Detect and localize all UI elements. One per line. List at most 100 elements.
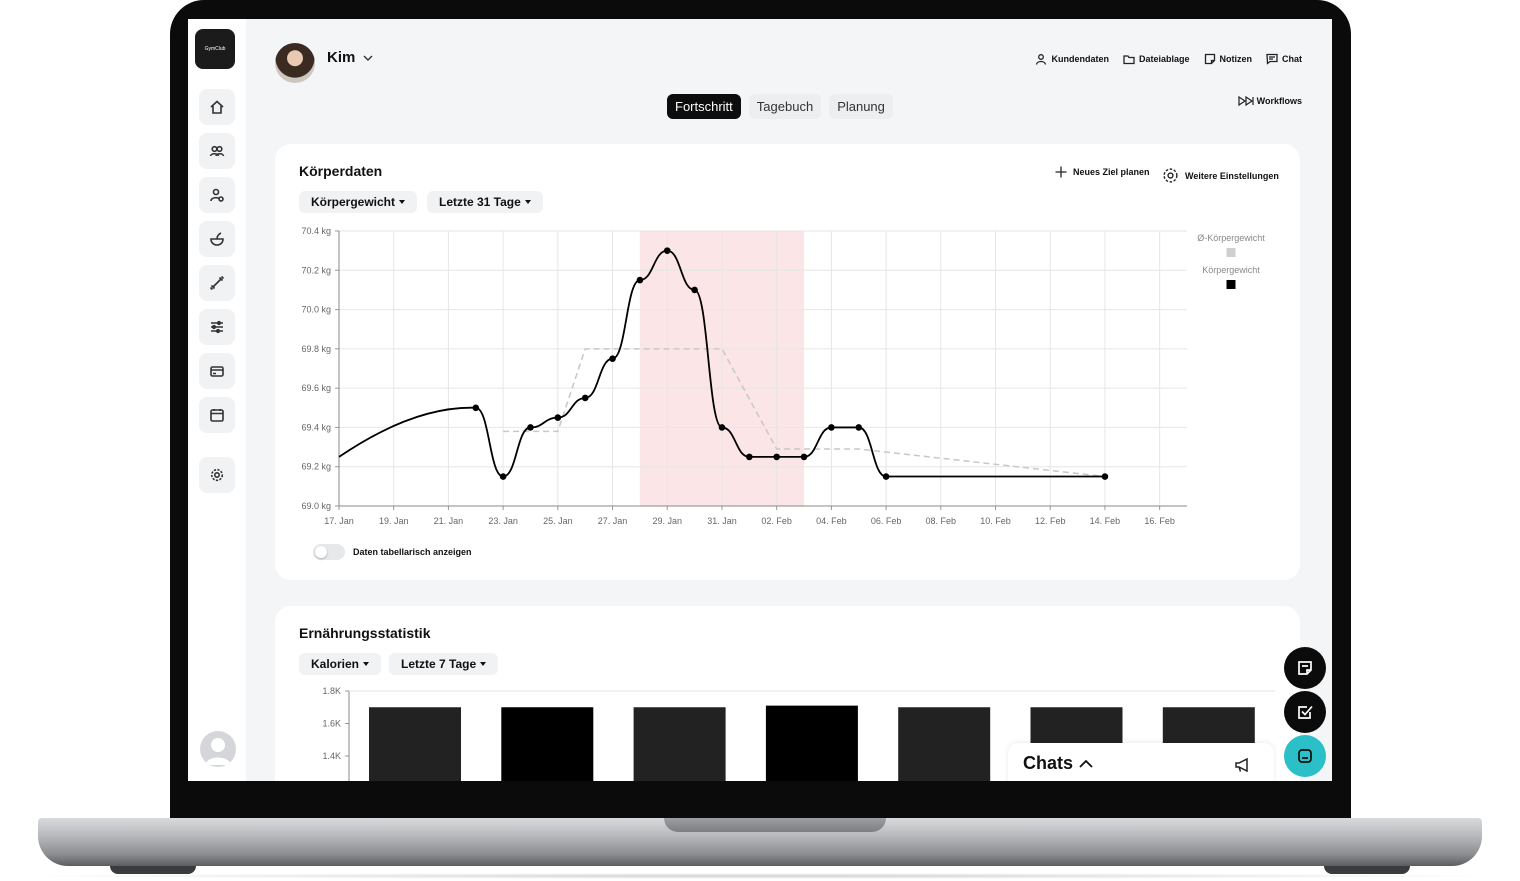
calorie-bar [898,707,991,781]
settings-icon [210,468,224,482]
data-point-weight [800,453,808,461]
body-data-card: Körperdaten Neues Ziel planen Weitere Ei… [275,144,1300,580]
link-label: Chat [1282,54,1302,64]
folder-icon [1123,55,1135,65]
sidebar-item-home[interactable] [199,89,235,125]
data-point-weight [855,424,863,431]
y-tick-label: 70.0 kg [301,305,331,315]
tasks-fab[interactable] [1284,691,1326,733]
tab-progress[interactable]: Fortschritt [667,94,741,119]
sidebar-item-calendar[interactable] [199,397,235,433]
x-tick-label: 23. Jan [488,516,518,526]
y-tick-label: 69.2 kg [301,462,331,472]
notes-fab[interactable] [1284,647,1326,689]
chat-bubble-icon [1298,749,1312,763]
profile-avatar[interactable] [200,731,236,767]
link-file-storage[interactable]: Dateiablage [1123,53,1190,65]
sliders-icon [211,320,223,334]
data-point-weight [773,453,780,461]
home-icon [210,100,224,114]
x-tick-label: 14. Feb [1090,516,1121,526]
calorie-bar [633,707,726,781]
data-point-weight [636,276,644,284]
data-point-weight [663,247,671,254]
card-icon [210,366,224,377]
legend-label-avg: Ø-Körpergewicht [1197,233,1265,243]
table-view-toggle[interactable] [313,544,345,560]
body-weight-chart[interactable]: 70.4 kg 70.2 kg 70.0 kg 69.8 kg 69.6 kg 69.4 … [275,144,1300,544]
sidebar-item-nutrition[interactable] [199,221,235,257]
data-point-weight [554,414,562,421]
workflows-button[interactable]: Workflows [1238,96,1302,106]
x-tick-label: 16. Feb [1144,516,1175,526]
header-links: Kundendaten Dateiablage Notizen Chat [1035,53,1302,65]
calorie-bar [369,707,461,781]
client-name[interactable]: Kim [327,49,355,66]
link-notes[interactable]: Notizen [1204,53,1253,65]
y-tick-label: 69.6 kg [301,383,331,393]
x-tick-label: 02. Feb [761,516,792,526]
dumbbell-icon [209,275,225,291]
megaphone-icon[interactable] [1234,757,1252,773]
x-tick-label: 06. Feb [871,516,902,526]
y-tick-label: 70.4 kg [301,226,331,236]
y-tick-label: 69.4 kg [301,422,331,432]
chevron-down-icon[interactable] [362,52,374,64]
link-label: Kundendaten [1051,54,1109,64]
data-point-weight [746,453,753,461]
data-point-weight [472,404,480,412]
laptop-notch [664,818,886,832]
legend-label-weight: Körpergewicht [1202,265,1260,275]
sidebar-item-user-settings[interactable] [199,177,235,213]
user-icon [1036,54,1047,65]
note-icon [1204,53,1215,65]
chat-fab[interactable] [1284,735,1326,777]
user-settings-icon [210,188,224,202]
tab-diary[interactable]: Tagebuch [748,94,822,119]
data-point-weight [581,394,589,402]
x-tick-label: 19. Jan [379,516,409,526]
calendar-icon [210,409,224,422]
chevron-up-icon [1079,759,1093,768]
tab-bar: Fortschritt Tagebuch Planung [667,94,893,119]
table-view-label: Daten tabellarisch anzeigen [353,547,472,557]
sidebar-item-filters[interactable] [199,309,235,345]
chats-label: Chats [1023,753,1074,773]
link-label: Dateiablage [1138,54,1190,64]
link-chat[interactable]: Chat [1266,53,1302,65]
app-logo[interactable]: GymClub [195,29,235,69]
legend-swatch-avg [1226,248,1236,257]
x-tick-label: 12. Feb [1035,516,1066,526]
y-tick-label: 69.0 kg [301,501,331,511]
x-tick-label: 27. Jan [598,516,628,526]
legend-swatch-weight [1226,280,1236,289]
data-point-weight [499,473,507,480]
x-tick-label: 29. Jan [652,516,682,526]
users-icon [209,145,225,157]
x-tick-label: 25. Jan [543,516,573,526]
chats-panel[interactable]: Chats [1008,743,1274,781]
data-point-weight [527,424,534,431]
sidebar-item-clients[interactable] [199,133,235,169]
sidebar: GymClub [188,19,246,781]
x-tick-label: 08. Feb [926,516,957,526]
client-avatar[interactable] [275,43,315,83]
sidebar-item-payments[interactable] [199,353,235,389]
sidebar-item-settings[interactable] [199,457,235,493]
chats-header[interactable]: Chats [1023,753,1093,774]
data-point-weight [718,424,726,431]
sidebar-item-training[interactable] [199,265,235,301]
y-tick-label: 69.8 kg [301,344,331,354]
x-tick-label: 10. Feb [980,516,1011,526]
table-view-toggle-row: Daten tabellarisch anzeigen [313,544,472,560]
data-point-weight [609,355,616,362]
checkbox-icon [1298,705,1313,719]
link-customer-data[interactable]: Kundendaten [1035,53,1109,65]
x-tick-label: 17. Jan [324,516,354,526]
workflows-label: Workflows [1256,96,1302,106]
x-tick-label: 21. Jan [434,516,464,526]
data-point-weight [1101,473,1109,480]
tab-planning[interactable]: Planung [829,94,893,119]
laptop-shadow [0,873,1520,879]
link-label: Notizen [1219,54,1253,64]
